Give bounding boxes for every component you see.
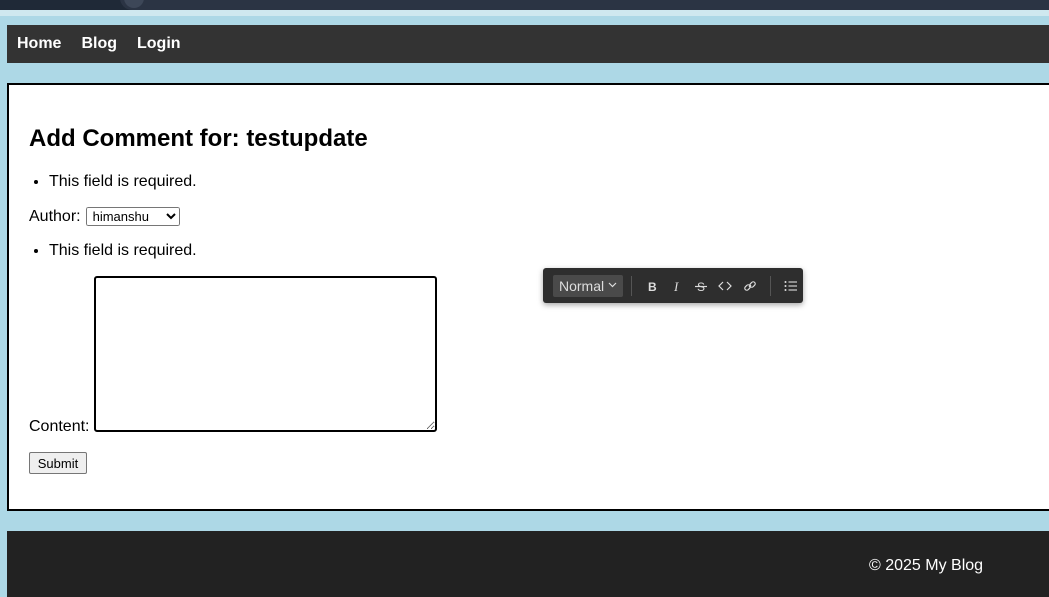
site-footer: © 2025 My Blog: [7, 531, 1049, 597]
content-error-message: This field is required.: [49, 242, 197, 260]
author-row: Author: himanshu: [29, 207, 180, 226]
chevron-down-icon: [608, 280, 617, 291]
svg-text:I: I: [673, 280, 679, 292]
toolbar-divider: [631, 275, 633, 296]
nav-link-blog[interactable]: Blog: [81, 35, 117, 53]
site-info-icon[interactable]: [124, 0, 144, 8]
strikethrough-icon[interactable]: S: [689, 273, 713, 299]
toolbar-divider: [769, 275, 771, 296]
code-icon[interactable]: [713, 273, 737, 299]
address-bar[interactable]: [120, 0, 1049, 10]
content-textarea[interactable]: [94, 276, 437, 432]
svg-text:B: B: [648, 280, 657, 292]
author-label: Author:: [29, 207, 81, 225]
italic-icon[interactable]: I: [664, 273, 688, 299]
format-dropdown[interactable]: Normal: [553, 274, 624, 297]
top-nav: Home Blog Login: [7, 25, 1049, 63]
bullet-list-icon[interactable]: [779, 273, 803, 299]
format-dropdown-label: Normal: [559, 277, 605, 294]
bold-icon[interactable]: B: [640, 273, 664, 299]
copyright-text: © 2025 My Blog: [869, 557, 984, 574]
rich-text-toolbar: Normal B I S: [543, 268, 803, 303]
content-label: Content:: [29, 418, 90, 435]
author-error-list: This field is required.: [49, 173, 197, 191]
nav-link-login[interactable]: Login: [137, 35, 181, 53]
author-error-message: This field is required.: [49, 173, 197, 191]
link-icon[interactable]: [737, 273, 761, 299]
browser-strip: [0, 10, 1049, 16]
author-select[interactable]: himanshu: [85, 207, 180, 226]
nav-link-home[interactable]: Home: [17, 35, 61, 53]
page-title: Add Comment for: testupdate: [29, 125, 368, 152]
main-content: Add Comment for: testupdate This field i…: [7, 83, 1049, 511]
browser-chrome: [0, 0, 1049, 10]
submit-button[interactable]: Submit: [29, 452, 87, 474]
content-error-list: This field is required.: [49, 242, 197, 260]
